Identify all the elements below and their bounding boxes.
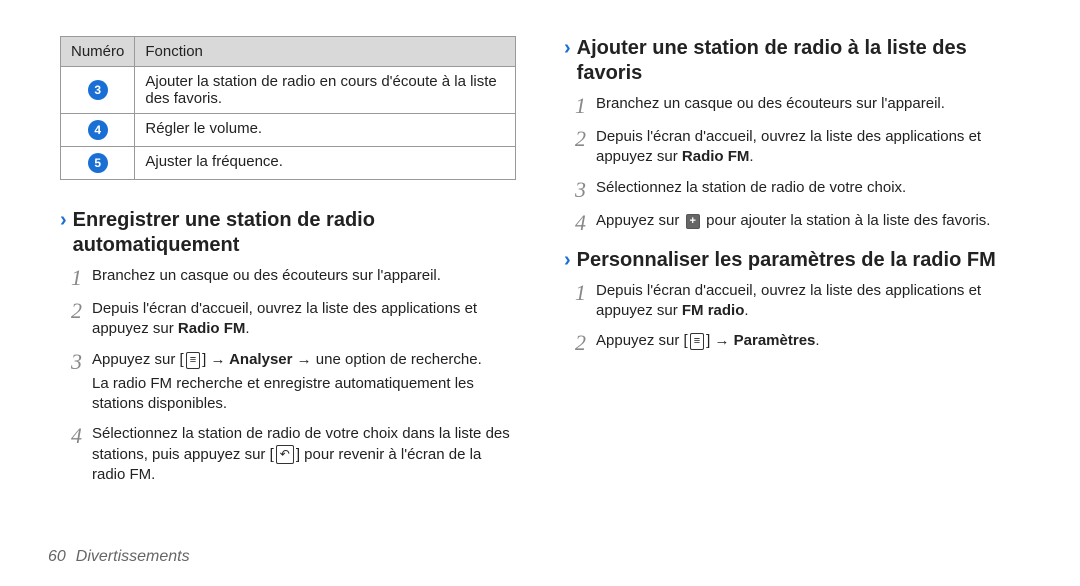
table-row: 5 Ajuster la fréquence. xyxy=(61,147,516,180)
back-key-icon xyxy=(276,445,294,464)
step-4: 4 Appuyez sur pour ajouter la station à … xyxy=(568,211,1020,234)
step-text: Appuyez sur pour ajouter la station à la… xyxy=(596,211,990,231)
steps-list: 1 Branchez un casque ou des écouteurs su… xyxy=(60,266,516,485)
step-1: 1 Branchez un casque ou des écouteurs su… xyxy=(568,94,1020,117)
row-function-cell: Régler le volume. xyxy=(135,114,516,147)
step-2: 2 Appuyez sur [] → Paramètres. xyxy=(568,331,1020,354)
step-number: 1 xyxy=(568,281,586,304)
step-text: Depuis l'écran d'accueil, ouvrez la list… xyxy=(92,299,516,340)
row-function-cell: Ajouter la station de radio en cours d'é… xyxy=(135,67,516,114)
step-number: 4 xyxy=(568,211,586,234)
step-number: 2 xyxy=(568,127,586,150)
row-number-cell: 5 xyxy=(61,147,135,180)
step-text: Depuis l'écran d'accueil, ouvrez la list… xyxy=(596,127,1020,168)
plus-key-icon xyxy=(686,214,700,229)
left-column: Numéro Fonction 3 Ajouter la station de … xyxy=(48,36,540,558)
step-number: 1 xyxy=(64,266,82,289)
step-note: La radio FM recherche et enregistre auto… xyxy=(92,374,516,415)
section-customize: › Personnaliser les paramètres de la rad… xyxy=(564,248,1020,355)
steps-list: 1 Depuis l'écran d'accueil, ouvrez la li… xyxy=(564,281,1020,355)
chevron-icon: › xyxy=(60,208,67,232)
chevron-icon: › xyxy=(564,248,571,272)
step-text: Appuyez sur [] → Analyser → une option d… xyxy=(92,350,516,415)
bold-radio-fm: Radio FM xyxy=(682,148,750,165)
bold-analyser: Analyser xyxy=(225,351,296,368)
section-heading: › Personnaliser les paramètres de la rad… xyxy=(564,248,1020,273)
step-text: Depuis l'écran d'accueil, ouvrez la list… xyxy=(596,281,1020,322)
step-3: 3 Sélectionnez la station de radio de vo… xyxy=(568,178,1020,201)
number-badge-4: 4 xyxy=(88,120,108,140)
step-text: Sélectionnez la station de radio de votr… xyxy=(92,424,516,485)
table-row: 4 Régler le volume. xyxy=(61,114,516,147)
number-badge-3: 3 xyxy=(88,80,108,100)
step-text: Appuyez sur [] → Paramètres. xyxy=(596,331,820,351)
section-title: Personnaliser les paramètres de la radio… xyxy=(577,248,996,273)
bold-parametres: Paramètres xyxy=(729,332,815,349)
step-number: 1 xyxy=(568,94,586,117)
steps-list: 1 Branchez un casque ou des écouteurs su… xyxy=(564,94,1020,234)
right-column: › Ajouter une station de radio à la list… xyxy=(540,36,1032,558)
section-title: Ajouter une station de radio à la liste … xyxy=(577,36,1020,86)
section-auto-record: › Enregistrer une station de radio autom… xyxy=(60,208,516,485)
page-footer: 60 Divertissements xyxy=(48,548,190,566)
step-1: 1 Depuis l'écran d'accueil, ouvrez la li… xyxy=(568,281,1020,322)
section-heading: › Ajouter une station de radio à la list… xyxy=(564,36,1020,86)
bold-fm-radio: FM radio xyxy=(682,302,745,319)
row-function-cell: Ajuster la fréquence. xyxy=(135,147,516,180)
step-2: 2 Depuis l'écran d'accueil, ouvrez la li… xyxy=(568,127,1020,168)
step-number: 2 xyxy=(568,331,586,354)
col-header-function: Fonction xyxy=(135,37,516,67)
step-number: 4 xyxy=(64,424,82,447)
bold-radio-fm: Radio FM xyxy=(178,320,246,337)
section-add-favorite: › Ajouter une station de radio à la list… xyxy=(564,36,1020,234)
menu-key-icon xyxy=(690,333,704,350)
table-row: 3 Ajouter la station de radio en cours d… xyxy=(61,67,516,114)
step-number: 3 xyxy=(568,178,586,201)
menu-key-icon xyxy=(186,352,200,369)
step-1: 1 Branchez un casque ou des écouteurs su… xyxy=(64,266,516,289)
section-heading: › Enregistrer une station de radio autom… xyxy=(60,208,516,258)
step-text: Branchez un casque ou des écouteurs sur … xyxy=(92,266,441,286)
chevron-icon: › xyxy=(564,36,571,60)
row-number-cell: 4 xyxy=(61,114,135,147)
table-header-row: Numéro Fonction xyxy=(61,37,516,67)
number-badge-5: 5 xyxy=(88,153,108,173)
footer-section-name: Divertissements xyxy=(76,548,190,566)
page: Numéro Fonction 3 Ajouter la station de … xyxy=(0,0,1080,586)
step-number: 3 xyxy=(64,350,82,373)
step-number: 2 xyxy=(64,299,82,322)
step-2: 2 Depuis l'écran d'accueil, ouvrez la li… xyxy=(64,299,516,340)
page-number: 60 xyxy=(48,548,66,566)
section-title: Enregistrer une station de radio automat… xyxy=(73,208,516,258)
step-4: 4 Sélectionnez la station de radio de vo… xyxy=(64,424,516,485)
step-text: Sélectionnez la station de radio de votr… xyxy=(596,178,906,198)
col-header-number: Numéro xyxy=(61,37,135,67)
step-text: Branchez un casque ou des écouteurs sur … xyxy=(596,94,945,114)
row-number-cell: 3 xyxy=(61,67,135,114)
step-3: 3 Appuyez sur [] → Analyser → une option… xyxy=(64,350,516,415)
function-table: Numéro Fonction 3 Ajouter la station de … xyxy=(60,36,516,180)
